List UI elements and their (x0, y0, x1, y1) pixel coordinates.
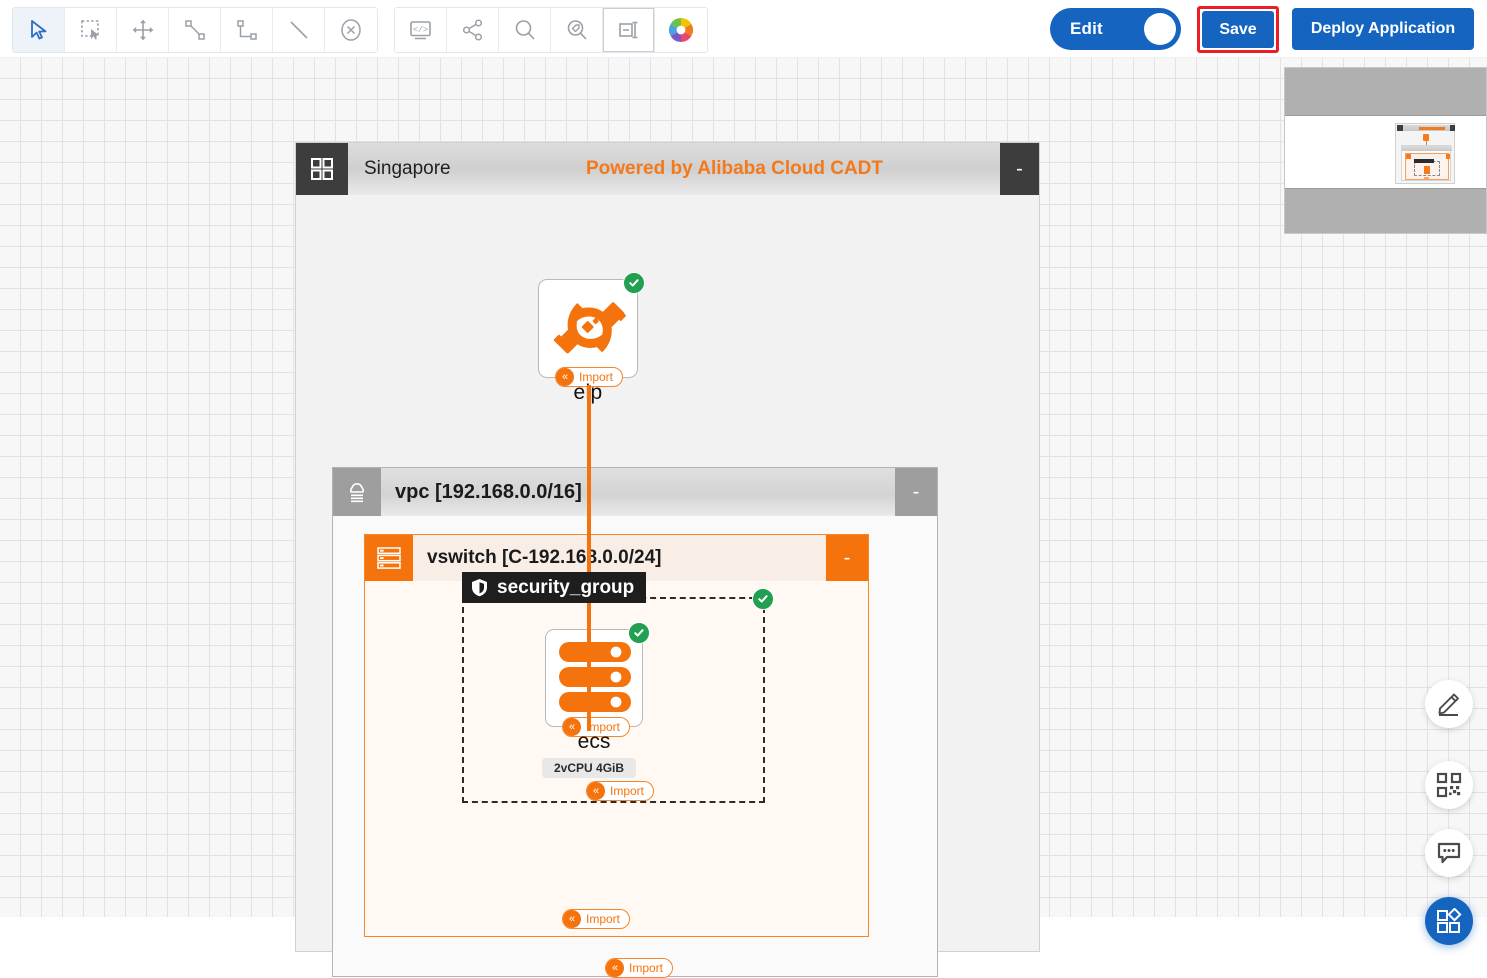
line-tool[interactable] (273, 8, 325, 52)
share-nodes-icon (462, 19, 482, 41)
speech-bubble-icon (1437, 842, 1461, 864)
save-button-highlight: Save (1197, 6, 1279, 53)
minimap-viewport[interactable] (1285, 115, 1486, 189)
minimap-region-header (1397, 125, 1455, 131)
vpc-header: vpc [192.168.0.0/16] - (333, 468, 937, 516)
grid-squares-icon[interactable] (296, 143, 348, 195)
region-header: Singapore Powered by Alibaba Cloud CADT … (296, 143, 1039, 195)
qr-code-icon (1436, 772, 1462, 798)
import-chevron-icon: « (563, 910, 581, 928)
vswitch-minimize-button[interactable]: - (826, 535, 868, 581)
edit-toggle-label: Edit (1070, 19, 1103, 38)
node-ecs[interactable]: « Import (545, 622, 650, 737)
region-minimize-button[interactable]: - (1000, 143, 1039, 195)
orthogonal-connector-tool[interactable] (221, 8, 273, 52)
pan-tool[interactable] (117, 8, 169, 52)
deploy-application-button[interactable]: Deploy Application (1292, 8, 1474, 50)
tag-magnifier-icon (567, 20, 587, 40)
comment-fab[interactable] (1425, 829, 1473, 877)
diagonal-link-icon (184, 20, 205, 40)
region-body: « Import eip (296, 195, 1039, 978)
import-label: Import (586, 912, 621, 926)
circle-x-icon (341, 19, 361, 41)
region-container-singapore[interactable]: Singapore Powered by Alibaba Cloud CADT … (295, 142, 1040, 978)
ecs-server-icon (559, 642, 631, 712)
share-tool[interactable] (447, 8, 499, 52)
code-monitor-icon: </> (410, 20, 431, 39)
apps-fab[interactable] (1425, 897, 1473, 945)
apps-grid-icon (1437, 908, 1462, 933)
tag-search-tool[interactable] (551, 8, 603, 52)
toolbar-group-selection (12, 7, 378, 53)
text-box-icon (618, 21, 637, 39)
node-eip[interactable]: « Import (538, 272, 645, 387)
import-label: Import (629, 961, 664, 975)
zoom-tool[interactable] (499, 8, 551, 52)
ecs-spec-badge: 2vCPU 4GiB (542, 758, 637, 778)
annotate-fab[interactable] (1425, 680, 1473, 728)
vpc-import-badge[interactable]: « Import (605, 958, 674, 978)
code-view-tool[interactable]: </> (395, 8, 447, 52)
svg-text:</>: </> (413, 25, 428, 35)
move-arrows-icon (132, 19, 153, 41)
minimap-vswitch (1405, 153, 1450, 180)
edit-mode-toggle[interactable]: Edit (1050, 8, 1181, 50)
ecs-spec-import-badge[interactable]: « Import (586, 781, 655, 801)
region-title: Singapore (364, 158, 451, 179)
marquee-select-icon (80, 20, 99, 40)
vswitch-container[interactable]: vswitch [C-192.168.0.0/24] - security_gr… (364, 534, 869, 937)
vpc-minimize-button[interactable]: - (895, 468, 937, 516)
select-tool[interactable] (13, 8, 65, 52)
color-wheel-icon (668, 17, 694, 42)
minimap-security-group (1414, 159, 1440, 176)
diagram-canvas[interactable]: Singapore Powered by Alibaba Cloud CADT … (0, 58, 1487, 978)
shield-icon (472, 579, 487, 597)
minimap-overview[interactable] (1284, 67, 1487, 234)
eip-chain-link-icon (553, 302, 626, 354)
edit-toggle-knob (1144, 13, 1176, 45)
minimap-vswitch-minimize (1446, 154, 1450, 159)
vpc-container[interactable]: vpc [192.168.0.0/16] - vswitch [C-192.16… (332, 467, 938, 978)
vpc-title: vpc [192.168.0.0/16] (395, 480, 582, 503)
security-group-title: security_group (497, 576, 635, 598)
minimap-vpc-header (1402, 146, 1452, 151)
pencil-icon (1438, 693, 1459, 716)
theme-color-tool[interactable] (655, 8, 707, 52)
minimap-powered-label (1419, 126, 1445, 130)
import-label: Import (610, 784, 645, 798)
minimap-diagram-thumbnail (1395, 123, 1455, 184)
line-icon (289, 21, 308, 39)
toolbar-group-view: </> (394, 7, 708, 53)
security-group-label[interactable]: security_group (462, 572, 647, 603)
vswitch-rack-icon[interactable] (365, 535, 413, 581)
diagonal-connector-tool[interactable] (169, 8, 221, 52)
minimap-import-badge (1424, 177, 1429, 179)
cursor-arrow-icon (30, 20, 46, 40)
magnifier-icon (515, 20, 535, 40)
minimap-region-icon (1397, 125, 1403, 131)
minimap-region-minimize (1450, 125, 1455, 131)
save-button[interactable]: Save (1202, 11, 1274, 48)
qr-code-fab[interactable] (1425, 761, 1473, 809)
minimap-ecs-node (1424, 166, 1430, 174)
import-chevron-icon: « (587, 782, 605, 800)
delete-tool[interactable] (325, 8, 377, 52)
orthogonal-link-icon (236, 20, 257, 40)
import-chevron-icon: « (606, 959, 624, 977)
text-label-tool[interactable] (603, 8, 655, 52)
vswitch-import-badge[interactable]: « Import (562, 909, 631, 929)
vpc-cloud-icon[interactable] (333, 468, 381, 516)
connector-eip-to-ecs[interactable] (587, 385, 591, 731)
marquee-select-tool[interactable] (65, 8, 117, 52)
minimap-vpc (1401, 145, 1452, 181)
security-group-status-badge (752, 588, 774, 610)
security-group-container[interactable]: security_group « Import ecs 2vCPU 4GiB «… (462, 572, 774, 803)
minimap-vswitch-icon (1406, 154, 1411, 159)
vswitch-title: vswitch [C-192.168.0.0/24] (427, 547, 662, 568)
minimap-security-group-label (1414, 159, 1434, 163)
powered-by-label: Powered by Alibaba Cloud CADT (586, 158, 883, 179)
node-ecs-label: ecs (577, 730, 611, 753)
top-toolbar: </> Edit Save Deploy Application (0, 0, 1487, 58)
